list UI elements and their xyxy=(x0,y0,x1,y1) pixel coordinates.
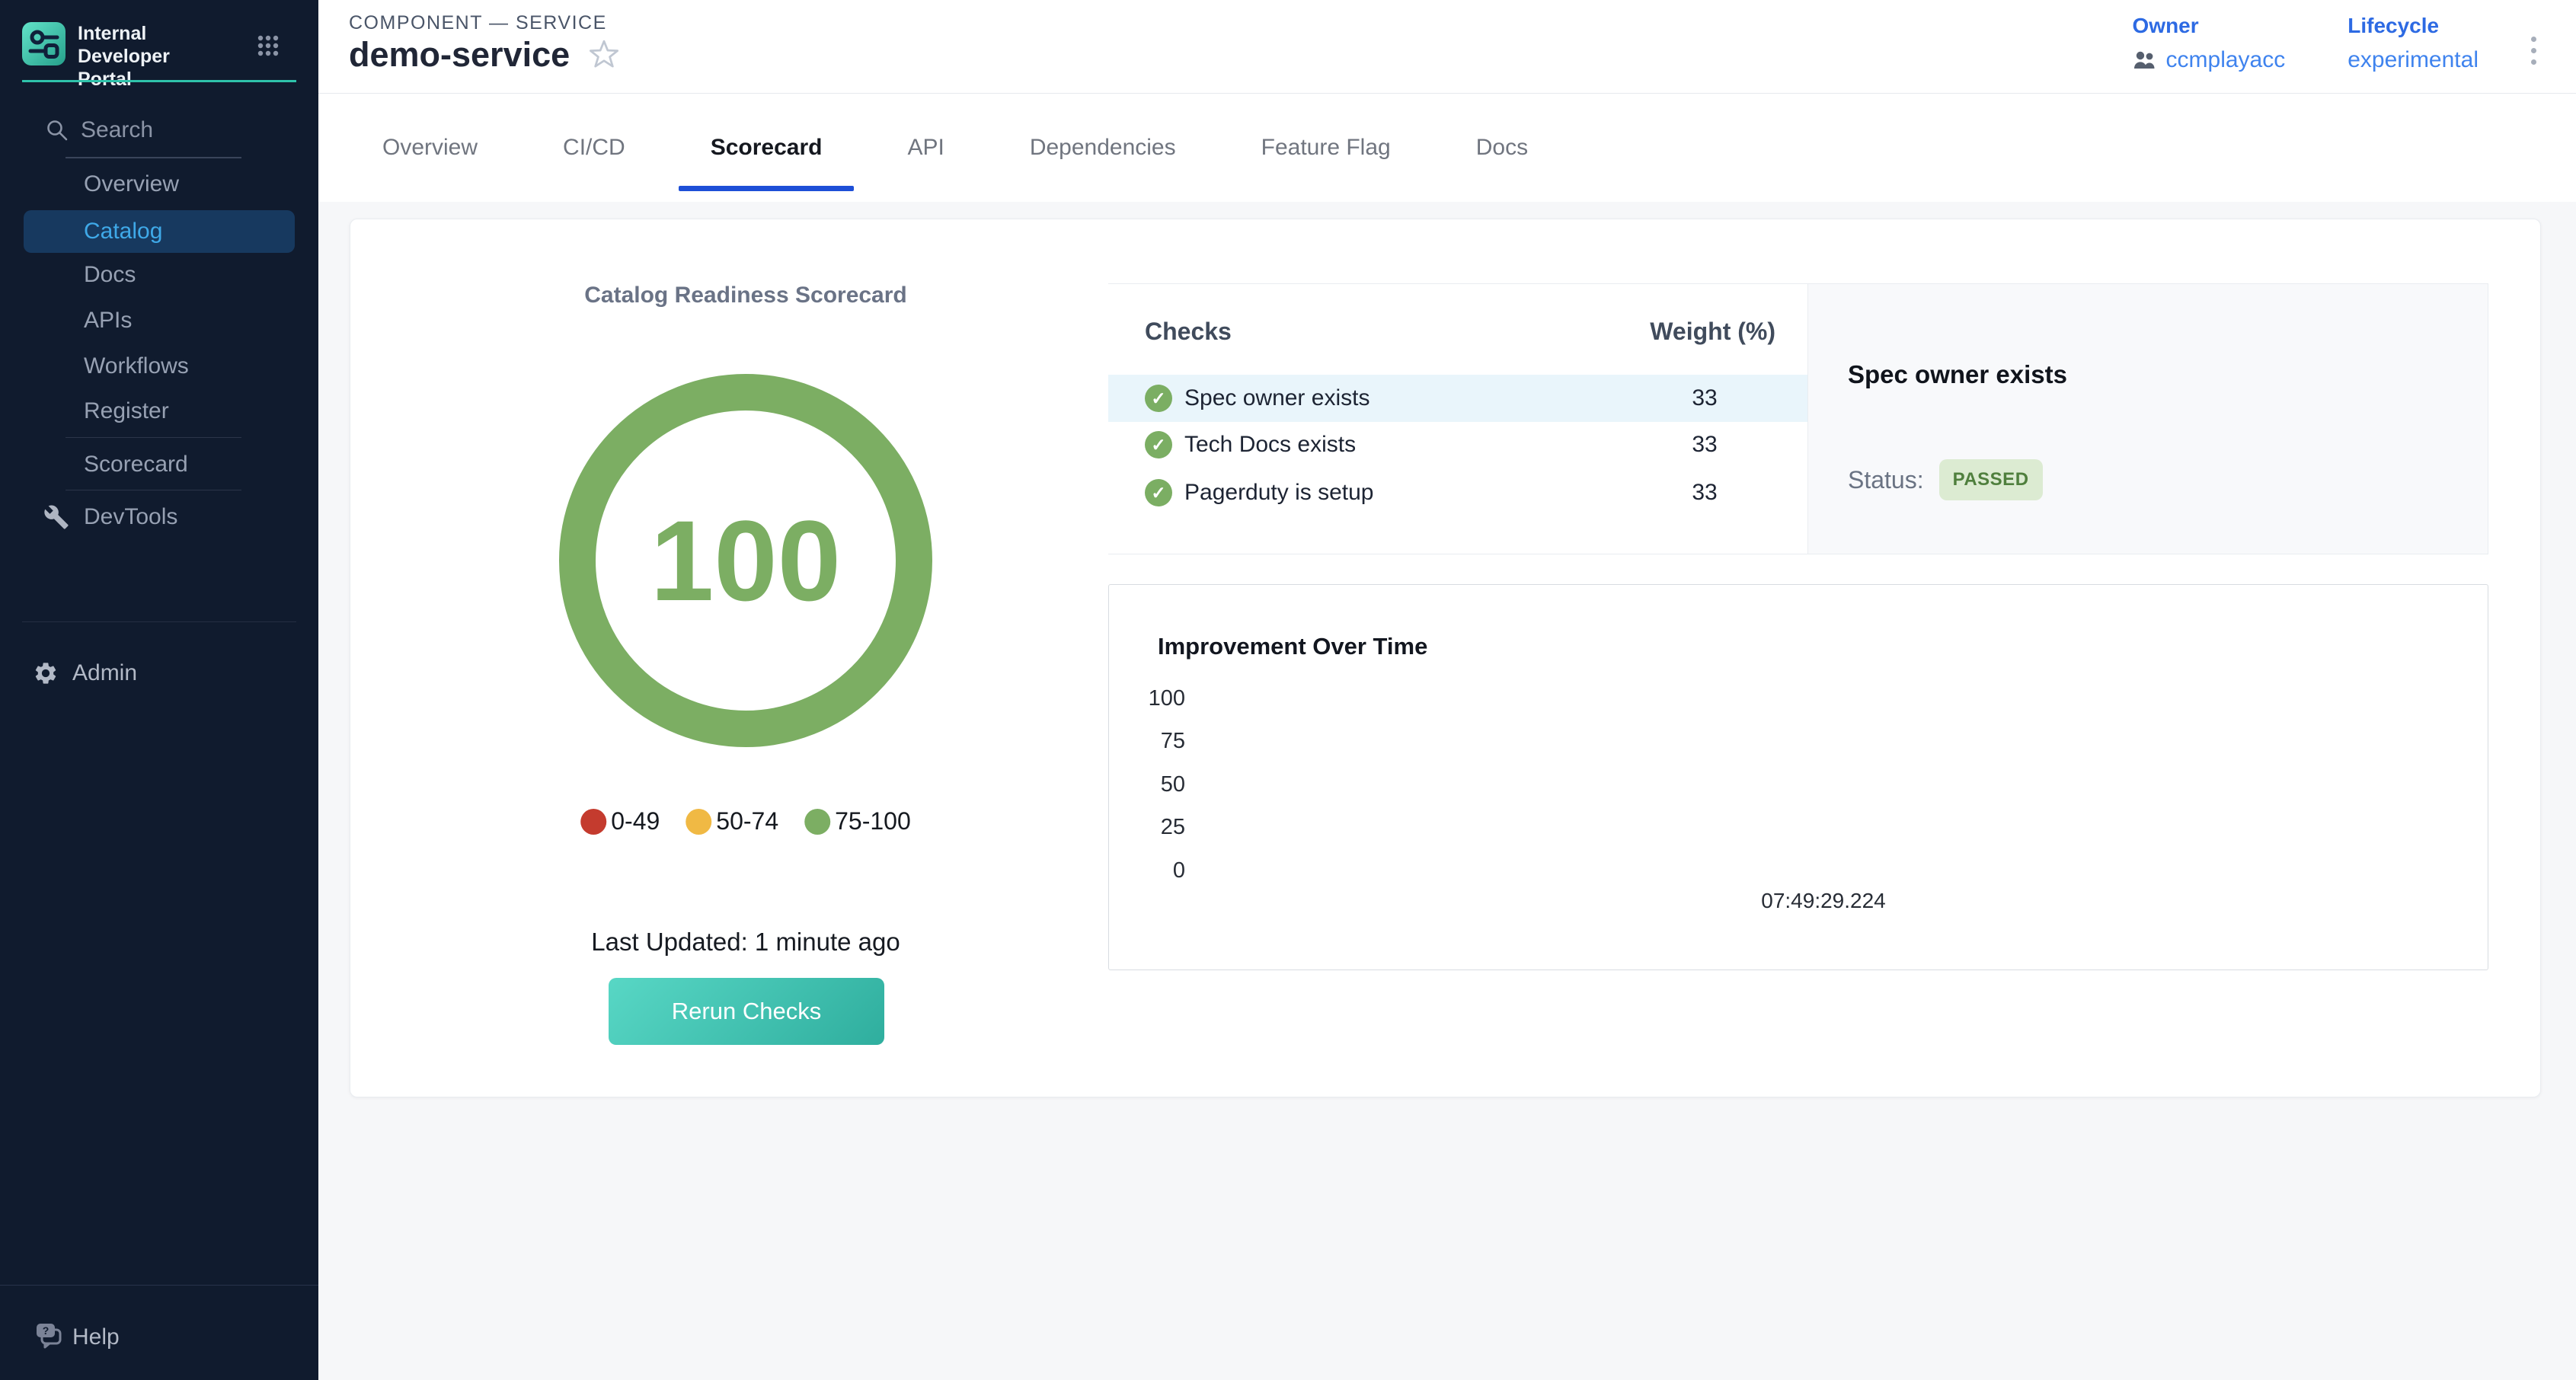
help-label: Help xyxy=(72,1324,120,1350)
status-label: Status: xyxy=(1848,466,1924,494)
content-area: Catalog Readiness Scorecard 100 0-49 50-… xyxy=(318,202,2576,1380)
owner-label: Owner xyxy=(2133,14,2286,38)
sidebar-item-catalog[interactable]: Catalog xyxy=(24,210,295,253)
sidebar-item-register[interactable]: Register xyxy=(0,390,318,433)
score-gauge: 100 xyxy=(559,374,932,747)
rerun-checks-button[interactable]: Rerun Checks xyxy=(609,978,884,1045)
chart-title: Improvement Over Time xyxy=(1158,633,1427,660)
legend-dot-red xyxy=(580,809,606,835)
sidebar-divider xyxy=(66,437,241,438)
sidebar-search xyxy=(0,113,318,151)
tab-docs[interactable]: Docs xyxy=(1476,94,1528,202)
sidebar-item-label: Docs xyxy=(84,262,136,288)
active-tab-underline xyxy=(679,186,855,191)
sidebar-item-label: Workflows xyxy=(84,353,189,379)
sidebar-item-label: APIs xyxy=(84,308,132,334)
lifecycle-block: Lifecycle experimental xyxy=(2347,14,2479,73)
sidebar-item-help[interactable]: ? Help xyxy=(0,1316,318,1359)
brand-divider xyxy=(22,80,296,82)
check-detail-title: Spec owner exists xyxy=(1848,360,2067,389)
check-circle-icon xyxy=(1145,431,1172,458)
x-axis-tick: 07:49:29.224 xyxy=(1761,889,1886,913)
svg-text:?: ? xyxy=(43,1324,50,1337)
score-legend: 0-49 50-74 75-100 xyxy=(580,807,911,835)
search-icon xyxy=(44,117,70,143)
gear-icon xyxy=(33,660,59,686)
tabbar: Overview CI/CD Scorecard API Dependencie… xyxy=(318,94,2576,202)
sidebar-item-admin[interactable]: Admin xyxy=(0,652,318,695)
tab-cicd[interactable]: CI/CD xyxy=(563,94,625,202)
lifecycle-value: experimental xyxy=(2347,47,2479,73)
owner-value[interactable]: ccmplayacc xyxy=(2166,47,2286,73)
entity-header: COMPONENT — SERVICE demo-service Owner xyxy=(318,0,2576,94)
star-icon[interactable] xyxy=(588,39,620,71)
checks-table: Checks Weight (%) Spec owner exists 33 T… xyxy=(1108,284,1807,554)
tab-api[interactable]: API xyxy=(907,94,944,202)
legend-dot-green xyxy=(804,809,830,835)
apps-grid-icon[interactable] xyxy=(257,34,280,57)
page-title: demo-service xyxy=(349,35,570,75)
tab-feature-flag[interactable]: Feature Flag xyxy=(1261,94,1391,202)
legend-item-mid: 50-74 xyxy=(686,807,778,835)
sidebar-item-apis[interactable]: APIs xyxy=(0,299,318,342)
search-input[interactable] xyxy=(79,114,244,146)
breadcrumb: COMPONENT — SERVICE xyxy=(349,12,607,34)
y-axis-tick: 100 xyxy=(1132,686,1185,711)
app-root: Internal Developer Portal Overview xyxy=(0,0,2576,1380)
checks-panel: Checks Weight (%) Spec owner exists 33 T… xyxy=(1108,283,2488,554)
y-axis-tick: 0 xyxy=(1132,858,1185,883)
sidebar-item-label: DevTools xyxy=(84,504,177,530)
users-icon xyxy=(2133,50,2159,71)
admin-label: Admin xyxy=(72,660,137,686)
legend-item-low: 0-49 xyxy=(580,807,660,835)
check-row-pagerduty[interactable]: Pagerduty is setup 33 xyxy=(1108,469,1807,516)
scorecard-title: Catalog Readiness Scorecard xyxy=(584,283,907,308)
weight-column-header: Weight (%) xyxy=(1634,318,1775,346)
app-logo-icon xyxy=(22,22,66,65)
y-axis-tick: 25 xyxy=(1132,815,1185,839)
y-axis-tick: 50 xyxy=(1132,772,1185,797)
sidebar: Internal Developer Portal Overview xyxy=(0,0,318,1380)
check-circle-icon xyxy=(1145,479,1172,506)
legend-item-high: 75-100 xyxy=(804,807,911,835)
score-value: 100 xyxy=(559,374,932,747)
legend-dot-amber xyxy=(686,809,711,835)
sidebar-item-workflows[interactable]: Workflows xyxy=(0,345,318,388)
scorecard-card: Catalog Readiness Scorecard 100 0-49 50-… xyxy=(350,219,2541,1097)
help-chat-icon: ? xyxy=(34,1322,65,1351)
check-detail-panel: Spec owner exists Status: PASSED xyxy=(1807,284,2488,554)
entity-meta: Owner ccmplayacc Lifecycle xyxy=(2133,14,2479,73)
sidebar-item-docs[interactable]: Docs xyxy=(0,254,318,296)
last-updated-text: Last Updated: 1 minute ago xyxy=(591,928,900,957)
sidebar-item-label: Overview xyxy=(84,171,179,197)
sidebar-item-devtools[interactable]: DevTools xyxy=(0,496,318,538)
check-row-tech-docs[interactable]: Tech Docs exists 33 xyxy=(1108,421,1807,468)
y-axis-tick: 75 xyxy=(1132,729,1185,753)
sidebar-item-label: Catalog xyxy=(84,219,162,244)
sidebar-item-label: Scorecard xyxy=(84,452,188,478)
status-badge: PASSED xyxy=(1939,459,2043,500)
check-row-spec-owner[interactable]: Spec owner exists 33 xyxy=(1108,375,1807,422)
checks-column-header: Checks xyxy=(1145,318,1232,346)
tab-overview[interactable]: Overview xyxy=(382,94,478,202)
kebab-menu-icon[interactable] xyxy=(2526,32,2541,69)
tab-dependencies[interactable]: Dependencies xyxy=(1030,94,1176,202)
sidebar-item-overview[interactable]: Overview xyxy=(0,163,318,206)
help-divider xyxy=(0,1285,318,1286)
sidebar-item-scorecard[interactable]: Scorecard xyxy=(0,443,318,486)
search-underline xyxy=(66,157,241,158)
wrench-icon xyxy=(43,504,69,530)
sidebar-divider xyxy=(22,621,296,622)
improvement-chart: Improvement Over Time 100 75 50 25 0 07:… xyxy=(1108,584,2488,970)
check-circle-icon xyxy=(1145,385,1172,412)
sidebar-item-label: Register xyxy=(84,398,169,424)
lifecycle-label: Lifecycle xyxy=(2347,14,2479,38)
owner-block: Owner ccmplayacc xyxy=(2133,14,2286,73)
tab-scorecard[interactable]: Scorecard xyxy=(711,94,823,202)
